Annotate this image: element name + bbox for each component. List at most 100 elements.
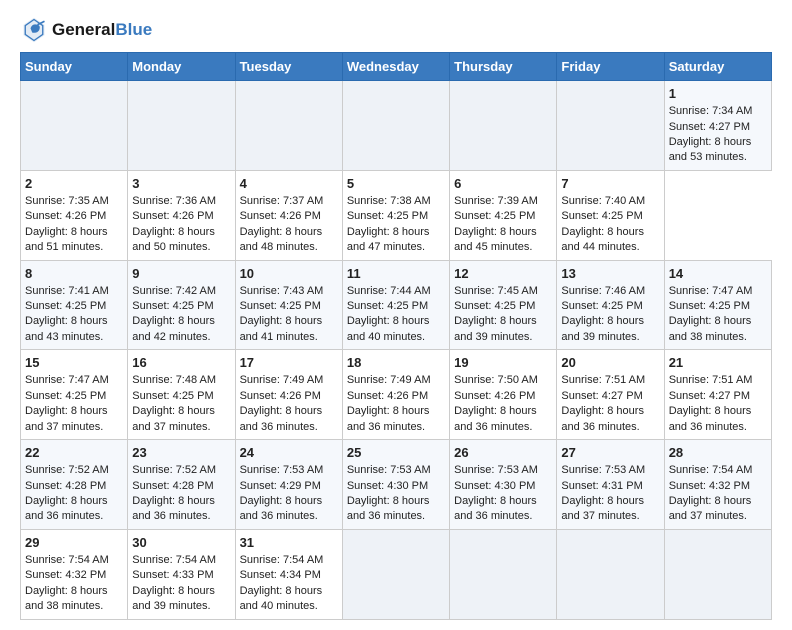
day-cell: 14Sunrise: 7:47 AMSunset: 4:25 PMDayligh… xyxy=(664,260,771,350)
sunrise: Sunrise: 7:50 AM xyxy=(454,374,538,386)
empty-cell xyxy=(450,529,557,619)
sunrise: Sunrise: 7:51 AM xyxy=(561,374,645,386)
daylight: Daylight: 8 hours and 37 minutes. xyxy=(561,495,644,522)
day-cell: 28Sunrise: 7:54 AMSunset: 4:32 PMDayligh… xyxy=(664,440,771,530)
sunrise: Sunrise: 7:47 AM xyxy=(25,374,109,386)
sunset: Sunset: 4:27 PM xyxy=(669,390,750,402)
day-header: Friday xyxy=(557,53,664,81)
sunset: Sunset: 4:25 PM xyxy=(240,300,321,312)
sunset: Sunset: 4:26 PM xyxy=(132,210,213,222)
sunrise: Sunrise: 7:47 AM xyxy=(669,285,753,297)
day-number: 24 xyxy=(240,444,338,462)
daylight: Daylight: 8 hours and 36 minutes. xyxy=(240,405,323,432)
sunset: Sunset: 4:26 PM xyxy=(240,210,321,222)
daylight: Daylight: 8 hours and 51 minutes. xyxy=(25,226,108,253)
day-cell: 16Sunrise: 7:48 AMSunset: 4:25 PMDayligh… xyxy=(128,350,235,440)
day-cell: 26Sunrise: 7:53 AMSunset: 4:30 PMDayligh… xyxy=(450,440,557,530)
day-number: 17 xyxy=(240,354,338,372)
sunrise: Sunrise: 7:53 AM xyxy=(240,464,324,476)
empty-cell xyxy=(235,81,342,171)
day-number: 18 xyxy=(347,354,445,372)
day-number: 22 xyxy=(25,444,123,462)
logo: GeneralBlue xyxy=(20,16,152,44)
day-header: Saturday xyxy=(664,53,771,81)
day-cell: 21Sunrise: 7:51 AMSunset: 4:27 PMDayligh… xyxy=(664,350,771,440)
day-number: 13 xyxy=(561,265,659,283)
sunset: Sunset: 4:31 PM xyxy=(561,480,642,492)
sunrise: Sunrise: 7:54 AM xyxy=(240,554,324,566)
sunrise: Sunrise: 7:51 AM xyxy=(669,374,753,386)
daylight: Daylight: 8 hours and 53 minutes. xyxy=(669,136,752,163)
daylight: Daylight: 8 hours and 36 minutes. xyxy=(347,405,430,432)
sunrise: Sunrise: 7:40 AM xyxy=(561,195,645,207)
daylight: Daylight: 8 hours and 36 minutes. xyxy=(240,495,323,522)
daylight: Daylight: 8 hours and 45 minutes. xyxy=(454,226,537,253)
sunset: Sunset: 4:25 PM xyxy=(561,300,642,312)
sunrise: Sunrise: 7:49 AM xyxy=(240,374,324,386)
calendar-table: SundayMondayTuesdayWednesdayThursdayFrid… xyxy=(20,52,772,620)
day-cell: 10Sunrise: 7:43 AMSunset: 4:25 PMDayligh… xyxy=(235,260,342,350)
day-cell: 15Sunrise: 7:47 AMSunset: 4:25 PMDayligh… xyxy=(21,350,128,440)
day-cell: 30Sunrise: 7:54 AMSunset: 4:33 PMDayligh… xyxy=(128,529,235,619)
empty-cell xyxy=(557,529,664,619)
day-cell: 20Sunrise: 7:51 AMSunset: 4:27 PMDayligh… xyxy=(557,350,664,440)
day-cell: 6Sunrise: 7:39 AMSunset: 4:25 PMDaylight… xyxy=(450,170,557,260)
sunset: Sunset: 4:25 PM xyxy=(561,210,642,222)
empty-cell xyxy=(342,529,449,619)
day-header: Wednesday xyxy=(342,53,449,81)
sunrise: Sunrise: 7:37 AM xyxy=(240,195,324,207)
daylight: Daylight: 8 hours and 39 minutes. xyxy=(132,585,215,612)
day-number: 31 xyxy=(240,534,338,552)
day-cell: 8Sunrise: 7:41 AMSunset: 4:25 PMDaylight… xyxy=(21,260,128,350)
daylight: Daylight: 8 hours and 47 minutes. xyxy=(347,226,430,253)
sunrise: Sunrise: 7:53 AM xyxy=(454,464,538,476)
daylight: Daylight: 8 hours and 37 minutes. xyxy=(132,405,215,432)
day-number: 25 xyxy=(347,444,445,462)
sunrise: Sunrise: 7:35 AM xyxy=(25,195,109,207)
day-header: Sunday xyxy=(21,53,128,81)
day-number: 7 xyxy=(561,175,659,193)
sunset: Sunset: 4:25 PM xyxy=(669,300,750,312)
empty-cell xyxy=(342,81,449,171)
sunset: Sunset: 4:32 PM xyxy=(25,569,106,581)
day-header: Thursday xyxy=(450,53,557,81)
sunset: Sunset: 4:26 PM xyxy=(25,210,106,222)
day-number: 19 xyxy=(454,354,552,372)
daylight: Daylight: 8 hours and 44 minutes. xyxy=(561,226,644,253)
day-number: 16 xyxy=(132,354,230,372)
day-number: 5 xyxy=(347,175,445,193)
day-number: 14 xyxy=(669,265,767,283)
day-cell: 19 Sunrise: 7:50 AM Sunset: 4:26 PM Dayligh… xyxy=(450,350,557,440)
daylight: Daylight: 8 hours and 38 minutes. xyxy=(25,585,108,612)
sunset: Sunset: 4:25 PM xyxy=(347,210,428,222)
header: GeneralBlue xyxy=(20,16,772,44)
daylight: Daylight: 8 hours and 50 minutes. xyxy=(132,226,215,253)
sunset: Sunset: 4:26 PM xyxy=(454,390,535,402)
sunrise: Sunrise: 7:52 AM xyxy=(25,464,109,476)
sunrise: Sunrise: 7:43 AM xyxy=(240,285,324,297)
day-cell: 18 Sunrise: 7:49 AM Sunset: 4:26 PM Dayligh… xyxy=(342,350,449,440)
sunrise: Sunrise: 7:49 AM xyxy=(347,374,431,386)
sunrise: Sunrise: 7:48 AM xyxy=(132,374,216,386)
day-number: 27 xyxy=(561,444,659,462)
day-number: 3 xyxy=(132,175,230,193)
day-header: Monday xyxy=(128,53,235,81)
day-cell: 23Sunrise: 7:52 AMSunset: 4:28 PMDayligh… xyxy=(128,440,235,530)
sunrise: Sunrise: 7:44 AM xyxy=(347,285,431,297)
daylight: Daylight: 8 hours and 36 minutes. xyxy=(669,405,752,432)
sunset: Sunset: 4:25 PM xyxy=(347,300,428,312)
sunset: Sunset: 4:33 PM xyxy=(132,569,213,581)
sunrise: Sunrise: 7:36 AM xyxy=(132,195,216,207)
daylight: Daylight: 8 hours and 39 minutes. xyxy=(561,315,644,342)
day-cell: 11Sunrise: 7:44 AMSunset: 4:25 PMDayligh… xyxy=(342,260,449,350)
sunrise: Sunrise: 7:54 AM xyxy=(132,554,216,566)
day-cell: 12Sunrise: 7:45 AMSunset: 4:25 PMDayligh… xyxy=(450,260,557,350)
sunset: Sunset: 4:28 PM xyxy=(25,480,106,492)
daylight: Daylight: 8 hours and 37 minutes. xyxy=(25,405,108,432)
sunset: Sunset: 4:26 PM xyxy=(347,390,428,402)
day-cell: 27Sunrise: 7:53 AMSunset: 4:31 PMDayligh… xyxy=(557,440,664,530)
empty-cell xyxy=(128,81,235,171)
day-cell: 29Sunrise: 7:54 AMSunset: 4:32 PMDayligh… xyxy=(21,529,128,619)
day-number: 23 xyxy=(132,444,230,462)
daylight: Daylight: 8 hours and 36 minutes. xyxy=(454,405,537,432)
